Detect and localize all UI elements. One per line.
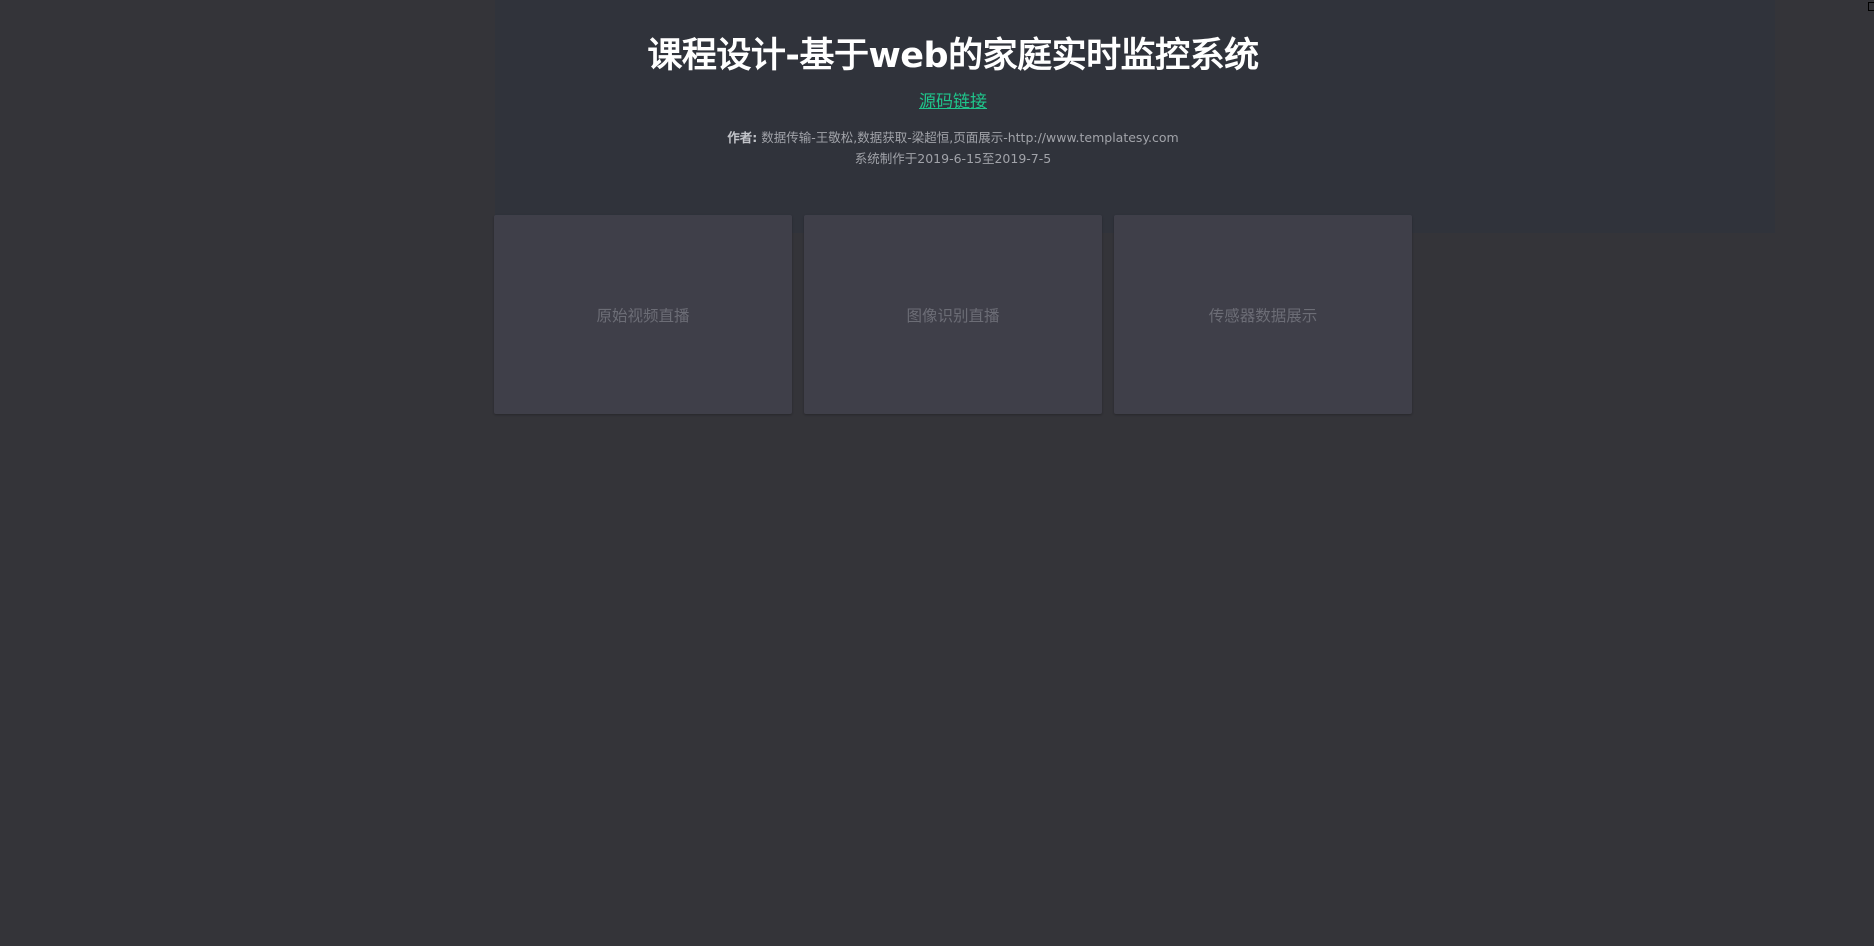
- tile-label: 传感器数据展示: [1208, 306, 1318, 325]
- feature-tiles: 原始视频直播 图像识别直播 传感器数据展示: [494, 215, 1412, 414]
- source-link-container: 源码链接: [0, 91, 1874, 113]
- authors-text: 数据传输-王敬松,数据获取-梁超恒,页面展示-http://www.templa…: [757, 130, 1179, 145]
- tile-label: 图像识别直播: [906, 306, 1000, 325]
- page-title: 课程设计-基于web的家庭实时监控系统: [647, 36, 1259, 76]
- authors-label: 作者:: [727, 130, 758, 145]
- source-code-link[interactable]: 源码链接: [919, 92, 987, 112]
- page: 课程设计-基于web的家庭实时监控系统 源码链接 作者: 数据传输-王敬松,数据…: [0, 0, 1874, 946]
- production-dates: 系统制作于2019-6-15至2019-7-5: [854, 151, 1052, 166]
- authors-line: 作者: 数据传输-王敬松,数据获取-梁超恒,页面展示-http://www.te…: [0, 129, 1874, 147]
- tile-label: 原始视频直播: [596, 306, 690, 325]
- corner-mark-icon: [1868, 2, 1874, 11]
- tile-image-recognition-live[interactable]: 图像识别直播: [804, 215, 1102, 414]
- tile-sensor-data[interactable]: 传感器数据展示: [1114, 215, 1412, 414]
- tile-raw-video-live[interactable]: 原始视频直播: [494, 215, 792, 414]
